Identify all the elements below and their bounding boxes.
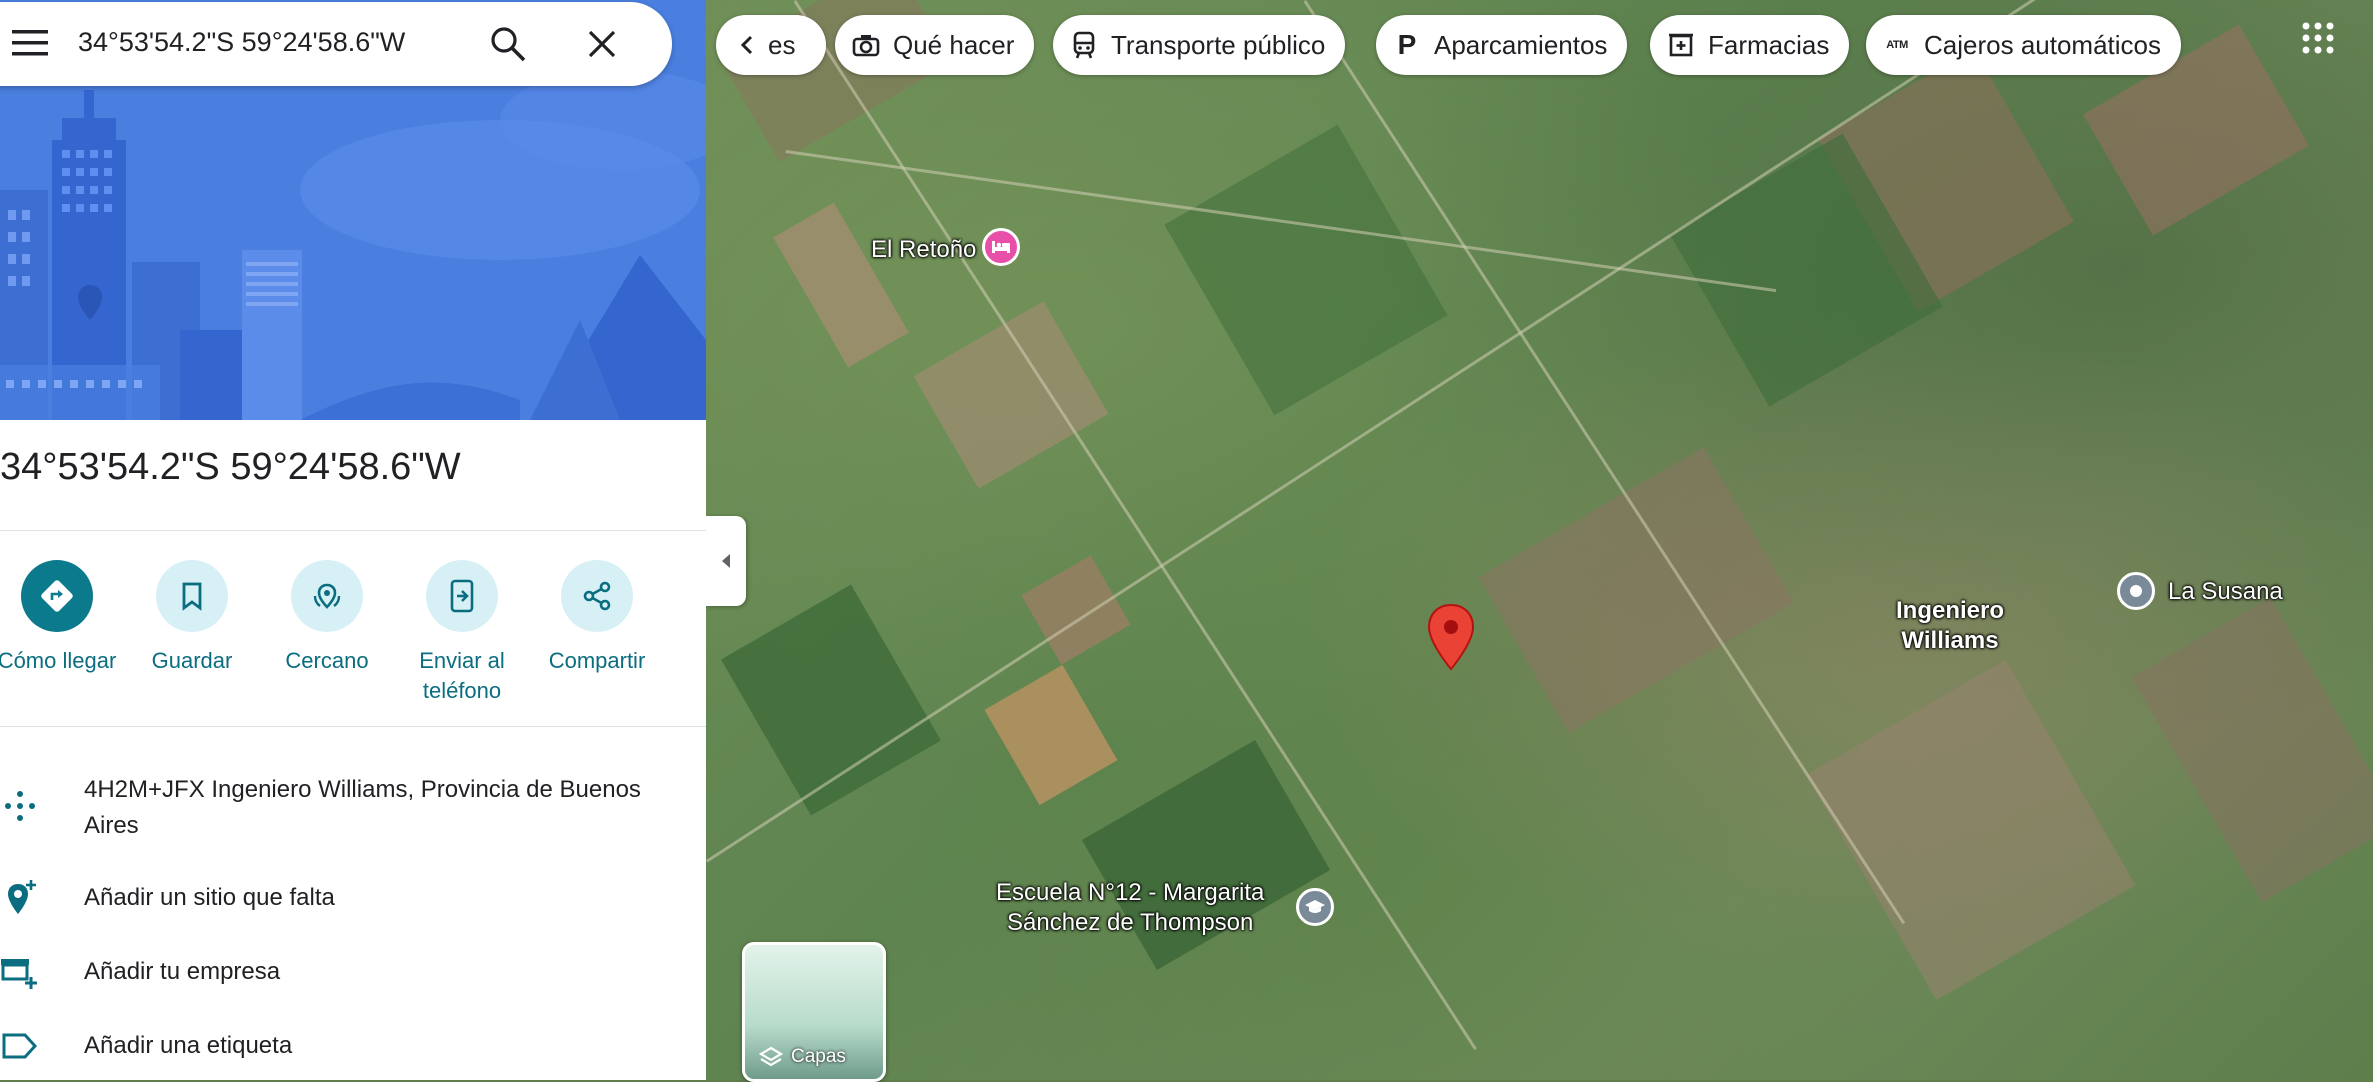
add-place-icon [0, 878, 40, 918]
poi-label-el-retono[interactable]: El Retoño [871, 236, 976, 264]
action-label: Cercano [285, 648, 369, 673]
chip-aparcamientos[interactable]: P Aparcamientos [1376, 15, 1628, 75]
atm-icon: ATM [1886, 39, 1908, 51]
add-business-row[interactable]: Añadir tu empresa [0, 952, 706, 992]
action-label: Guardar [151, 648, 233, 673]
chip-cajeros[interactable]: ATM Cajeros automáticos [1866, 15, 2181, 75]
chip-label: Farmacias [1708, 29, 1830, 60]
add-missing-place-text: Añadir un sitio que falta [84, 884, 335, 911]
field [913, 301, 1109, 489]
search-icon[interactable] [488, 24, 528, 64]
poi-label-la-susana[interactable]: La Susana [2168, 578, 2283, 606]
menu-icon[interactable] [12, 28, 48, 58]
chip-label: Aparcamientos [1434, 29, 1608, 60]
divider [0, 530, 706, 531]
chip-label: es [768, 29, 796, 60]
transit-icon [1069, 30, 1099, 60]
save-button[interactable]: Guardar [122, 560, 262, 676]
action-label: Compartir [548, 648, 646, 673]
directions-button[interactable]: Cómo llegar [0, 560, 127, 676]
back-chevron-icon [732, 30, 762, 60]
add-label-text: Añadir una etiqueta [84, 1032, 293, 1059]
chip-label: Cajeros automáticos [1924, 29, 2161, 60]
chip-label: Qué hacer [893, 29, 1015, 60]
bookmark-icon [182, 582, 202, 611]
directions-icon [41, 580, 73, 612]
add-label-row[interactable]: Añadir una etiqueta [0, 1026, 706, 1066]
close-icon[interactable] [584, 26, 620, 62]
plus-code-icon [0, 786, 40, 826]
add-missing-place-row[interactable]: Añadir un sitio que falta [0, 878, 706, 918]
caret-left-icon [722, 554, 730, 568]
nearby-circle [291, 560, 363, 632]
place-panel: 34°53'54.2"S 59°24'58.6"W 34°53'54.2"S 5… [0, 0, 706, 1080]
field [984, 664, 1118, 806]
nearby-icon [313, 583, 341, 609]
share-icon [583, 581, 611, 611]
map-canvas[interactable]: El Retoño Ingeniero Williams La Susana E… [706, 0, 2373, 1080]
save-circle [156, 560, 228, 632]
poi-label-escuela[interactable]: Escuela N°12 - Margarita Sánchez de Thom… [996, 878, 1264, 938]
nearby-button[interactable]: Cercano [257, 560, 397, 676]
share-button[interactable]: Compartir [527, 560, 667, 676]
chip-farmacias[interactable]: Farmacias [1650, 15, 1850, 75]
chip-que-hacer[interactable]: Qué hacer [835, 15, 1035, 75]
send-to-phone-circle [426, 560, 498, 632]
parking-icon: P [1397, 29, 1417, 60]
school-pin-icon[interactable] [1296, 888, 1334, 926]
add-business-icon [0, 952, 40, 992]
directions-circle [21, 560, 93, 632]
search-input[interactable]: 34°53'54.2"S 59°24'58.6"W [78, 27, 405, 58]
share-circle [561, 560, 633, 632]
pharmacy-icon [1666, 30, 1696, 60]
layers-button[interactable]: Capas [742, 942, 886, 1082]
action-label: Enviar al teléfono [419, 648, 505, 703]
field [1478, 447, 1794, 733]
field [1021, 555, 1131, 665]
camera-icon [851, 30, 881, 60]
chip-label: Transporte público [1111, 29, 1326, 60]
action-label: Cómo llegar [0, 648, 117, 673]
apps-grid-icon[interactable] [2300, 20, 2336, 56]
chip-scroll-back[interactable]: es [716, 15, 826, 75]
divider [0, 726, 706, 727]
place-pin-icon[interactable] [2117, 572, 2155, 610]
field [773, 202, 909, 368]
layers-icon [759, 1046, 783, 1067]
place-title: 34°53'54.2"S 59°24'58.6"W [0, 446, 461, 488]
plus-code-row[interactable]: 4H2M+JFX Ingeniero Williams, Provincia d… [0, 772, 706, 844]
send-to-phone-icon [450, 579, 474, 613]
selected-location-pin-icon[interactable] [1426, 603, 1476, 673]
send-to-phone-button[interactable]: Enviar al teléfono [392, 560, 532, 706]
layers-label: Capas [791, 1046, 846, 1067]
chip-transporte-publico[interactable]: Transporte público [1053, 15, 1346, 75]
layers-label-row: Capas [759, 1045, 846, 1069]
search-box[interactable]: 34°53'54.2"S 59°24'58.6"W [0, 2, 672, 86]
field [1164, 124, 1448, 416]
field [2131, 597, 2373, 903]
town-label-ingeniero-williams[interactable]: Ingeniero Williams [1896, 596, 2004, 656]
hotel-pin-icon[interactable] [982, 228, 1020, 266]
label-icon [0, 1026, 40, 1066]
plus-code-text: 4H2M+JFX Ingeniero Williams, Provincia d… [84, 776, 641, 839]
add-business-text: Añadir tu empresa [84, 958, 281, 985]
field [1806, 659, 2136, 1001]
collapse-panel-button[interactable] [706, 516, 746, 606]
